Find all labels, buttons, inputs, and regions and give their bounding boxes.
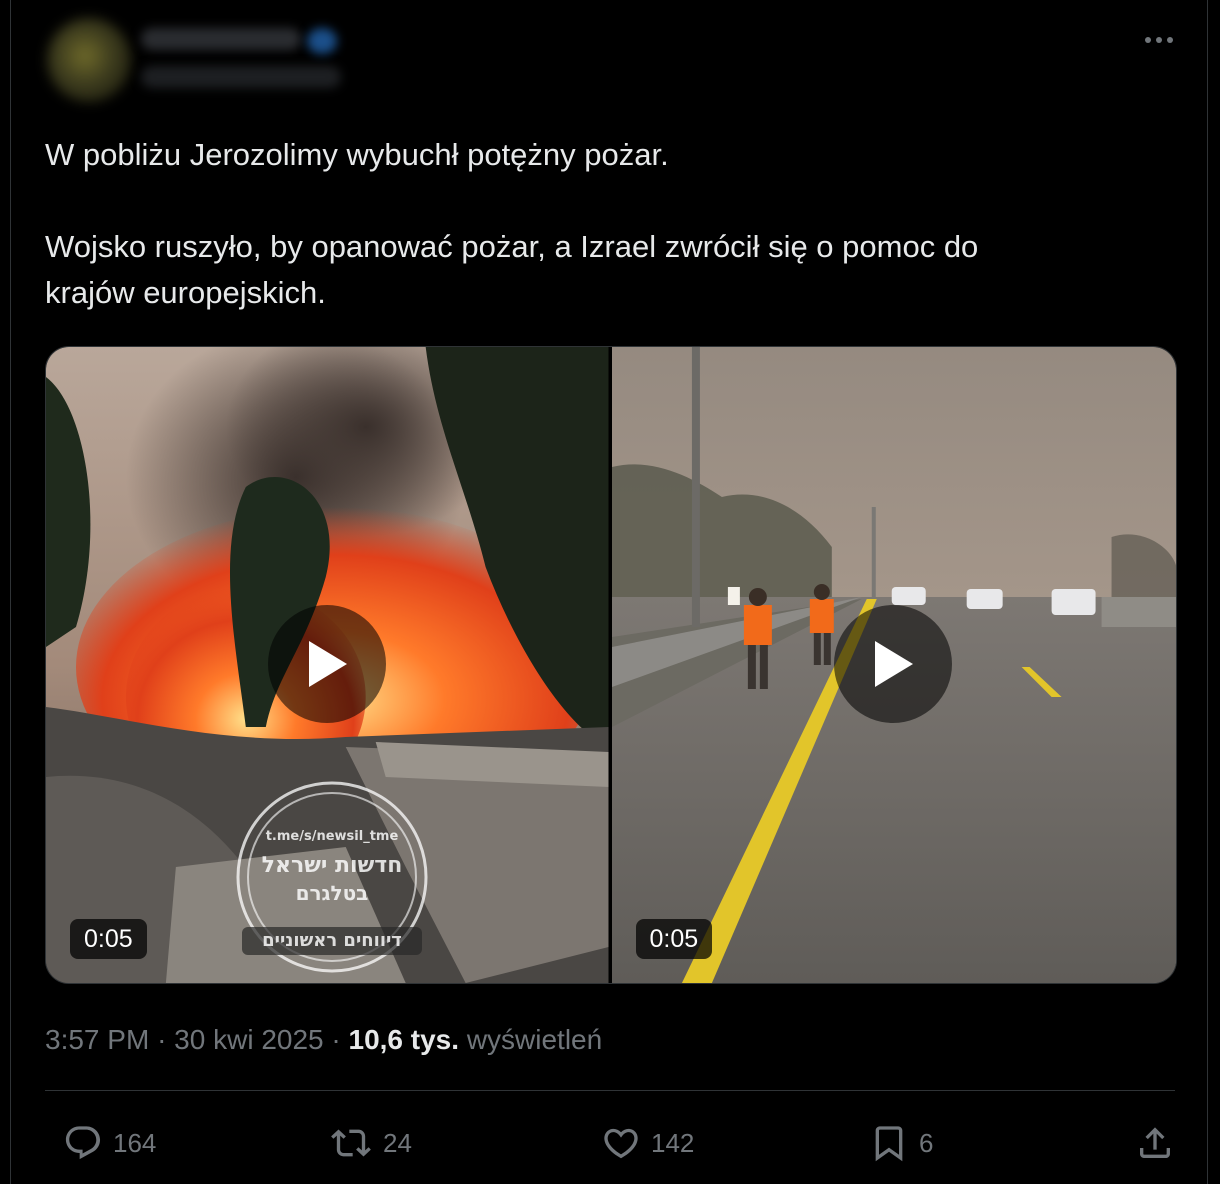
tweet-date[interactable]: 30 kwi 2025 [174, 1024, 323, 1055]
bookmark-button[interactable]: 6 [869, 1118, 933, 1168]
tweet-text-line: W pobliżu Jerozolimy wybuchł potężny poż… [45, 137, 669, 172]
watermark-line: חדשות ישראל [261, 853, 403, 878]
meta-separator: · [157, 1024, 167, 1055]
watermark-url: t.me/s/newsil_tme [265, 829, 399, 844]
bookmark-icon [875, 1126, 903, 1162]
tweet-card: W pobliżu Jerozolimy wybuchł potężny poż… [10, 0, 1208, 1184]
share-button[interactable] [1135, 1118, 1175, 1168]
tweet-text-line: krajów europejskich. [45, 275, 326, 310]
tweet-text-line: Wojsko ruszyło, by opanować pożar, a Izr… [45, 229, 979, 264]
action-bar: 164 24 142 6 [45, 1118, 1175, 1168]
meta-separator: · [331, 1024, 341, 1055]
more-options-button[interactable] [1137, 24, 1181, 56]
reply-button[interactable]: 164 [63, 1118, 156, 1168]
heart-icon [604, 1128, 638, 1159]
play-icon [309, 641, 347, 687]
tweet-text: W pobliżu Jerozolimy wybuchł potężny poż… [45, 132, 1165, 316]
avatar[interactable] [47, 18, 131, 102]
media-grid: t.me/s/newsil_tme חדשות ישראל בטלגרם דיו… [45, 346, 1177, 984]
like-count: 142 [651, 1127, 695, 1158]
repost-icon [331, 1129, 371, 1157]
telegram-watermark: t.me/s/newsil_tme חדשות ישראל בטלגרם דיו… [232, 777, 432, 977]
video-duration: 0:05 [635, 919, 713, 959]
bookmark-count: 6 [919, 1127, 934, 1158]
watermark-line: בטלגרם [295, 881, 369, 905]
username-handle-blurred[interactable] [141, 66, 341, 88]
reply-icon [65, 1126, 101, 1160]
reply-count: 164 [113, 1127, 157, 1158]
views-label: wyświetleń [466, 1024, 603, 1055]
tweet-time[interactable]: 3:57 PM [45, 1024, 149, 1055]
play-icon [874, 641, 913, 687]
display-name-blurred[interactable] [141, 28, 301, 50]
play-button[interactable] [268, 605, 386, 723]
video-road[interactable]: 0:05 [611, 347, 1176, 983]
share-icon [1140, 1127, 1170, 1158]
repost-button[interactable]: 24 [329, 1118, 412, 1168]
watermark-line: דיווחים ראשוניים [242, 927, 422, 955]
tweet-meta: 3:57 PM · 30 kwi 2025 · 10,6 tys. wyświe… [45, 1020, 602, 1060]
verified-badge-icon [307, 28, 337, 54]
repost-count: 24 [383, 1127, 412, 1158]
more-horizontal-icon [1145, 37, 1173, 43]
video-fire[interactable]: t.me/s/newsil_tme חדשות ישראל בטלגרם דיו… [46, 347, 609, 983]
like-button[interactable]: 142 [601, 1118, 694, 1168]
play-button[interactable] [833, 605, 952, 723]
video-duration: 0:05 [70, 919, 147, 959]
divider [45, 1090, 1175, 1091]
views-count: 10,6 tys. [348, 1024, 460, 1055]
